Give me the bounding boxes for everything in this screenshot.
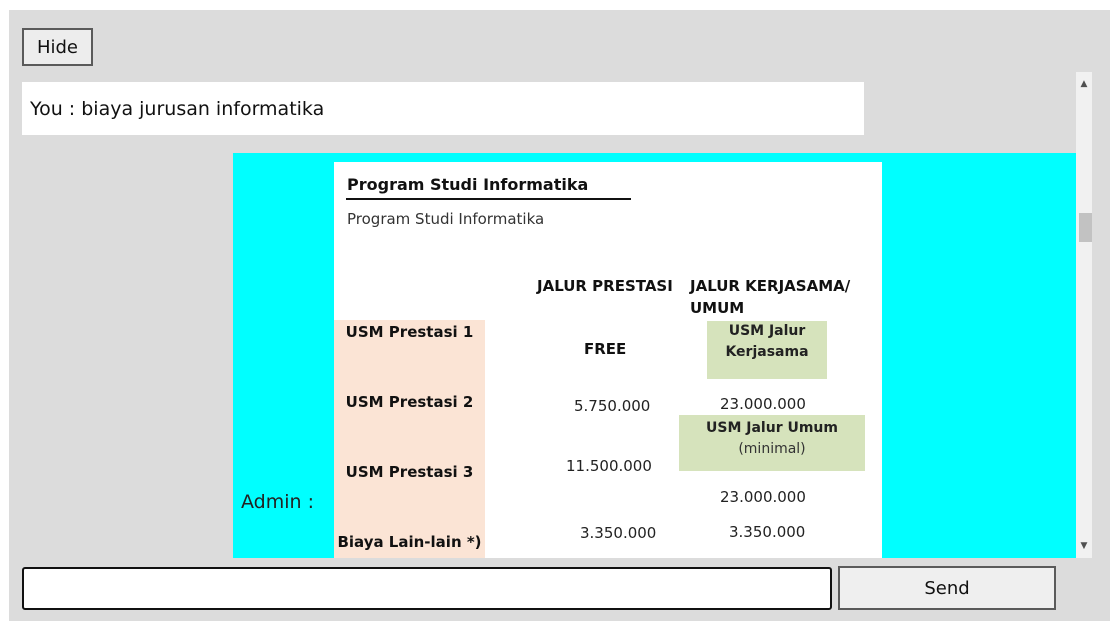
value-jalur-umum: 23.000.000 — [720, 488, 806, 506]
reply-card: Program Studi Informatika Program Studi … — [334, 162, 882, 558]
value-prestasi-2: 5.750.000 — [574, 397, 651, 415]
row-label-prestasi-2: USM Prestasi 2 — [345, 393, 474, 411]
row-label-prestasi-1: USM Prestasi 1 — [345, 323, 474, 341]
title-underline — [346, 198, 631, 200]
scrollbar-thumb[interactable] — [1079, 213, 1092, 242]
user-message: You : biaya jurusan informatika — [22, 82, 864, 135]
row-label-biaya-lain: Biaya Lain-lain *) — [337, 533, 482, 551]
column-header-kerjasama: JALUR KERJASAMA/ UMUM — [690, 277, 851, 317]
value-biaya-lain-kerjasama: 3.350.000 — [729, 523, 806, 541]
admin-label: Admin : — [241, 491, 314, 513]
message-input[interactable] — [22, 567, 832, 610]
badge-usm-jalur-kerjasama-label: USM Jalur Kerjasama — [725, 323, 809, 360]
value-jalur-kerjasama: 23.000.000 — [720, 395, 806, 413]
value-biaya-lain-prestasi: 3.350.000 — [580, 524, 657, 542]
value-prestasi-1: FREE — [584, 340, 627, 358]
scroll-up-icon[interactable]: ▲ — [1076, 76, 1092, 92]
reply-subtitle: Program Studi Informatika — [347, 210, 545, 228]
reply-title: Program Studi Informatika — [347, 175, 589, 194]
chat-scrollbar[interactable]: ▲ ▼ — [1076, 72, 1092, 558]
row-label-prestasi-3: USM Prestasi 3 — [345, 463, 474, 481]
row-label-column — [334, 320, 485, 558]
chat-history: You : biaya jurusan informatika Admin : … — [22, 72, 1077, 558]
badge-usm-jalur-umum: USM Jalur Umum (minimal) — [679, 415, 865, 471]
badge-usm-jalur-umum-note: (minimal) — [738, 441, 806, 457]
hide-button[interactable]: Hide — [22, 28, 93, 66]
admin-message: Admin : Program Studi Informatika Progra… — [233, 153, 1077, 558]
scroll-down-icon[interactable]: ▼ — [1076, 538, 1092, 554]
badge-usm-jalur-umum-label: USM Jalur Umum — [706, 420, 838, 436]
send-button[interactable]: Send — [838, 566, 1056, 610]
column-header-prestasi: JALUR PRESTASI — [537, 277, 673, 295]
badge-usm-jalur-kerjasama: USM Jalur Kerjasama — [707, 321, 827, 379]
value-prestasi-3: 11.500.000 — [566, 457, 652, 475]
